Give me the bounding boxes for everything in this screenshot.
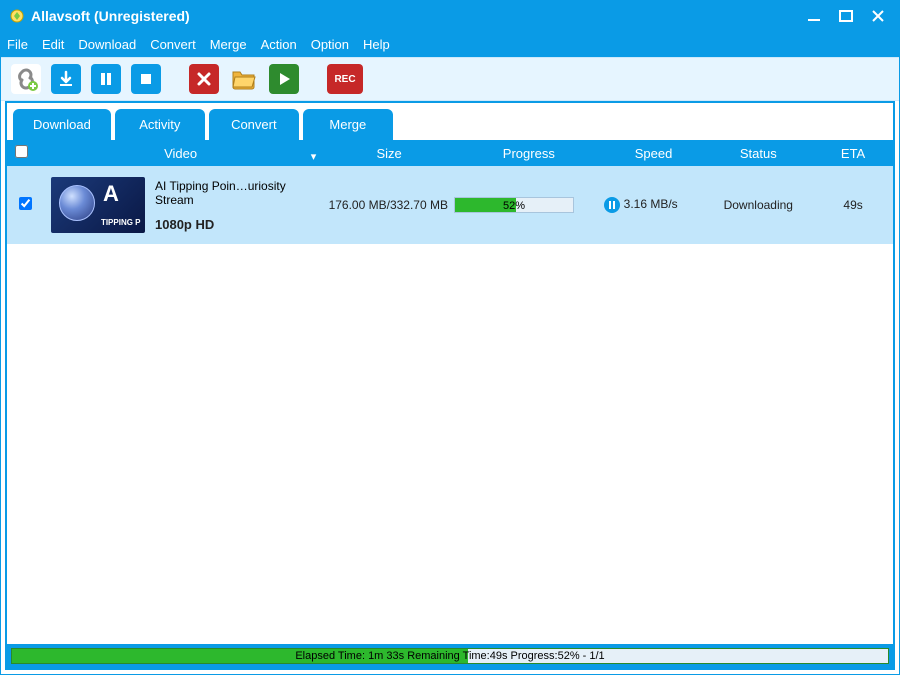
menu-action[interactable]: Action	[261, 37, 297, 52]
row-eta: 49s	[813, 198, 893, 212]
minimize-button[interactable]	[807, 9, 821, 23]
tab-convert[interactable]: Convert	[209, 109, 299, 140]
window-title: Allavsoft (Unregistered)	[31, 8, 807, 24]
tab-activity[interactable]: Activity	[115, 109, 205, 140]
stop-button[interactable]	[131, 64, 161, 94]
row-speed: 3.16 MB/s	[624, 197, 678, 211]
column-status[interactable]: Status	[703, 146, 813, 161]
elapsed-bar: Elapsed Time: 1m 33s Remaining Time:49s …	[11, 648, 889, 664]
close-button[interactable]	[871, 9, 885, 23]
select-all-checkbox[interactable]	[15, 145, 28, 158]
progress-percent: 52%	[455, 198, 573, 214]
table-row[interactable]: A AI Tipping Poin…uriosity Stream 1080p …	[7, 166, 893, 244]
play-button[interactable]	[269, 64, 299, 94]
table-body: A AI Tipping Poin…uriosity Stream 1080p …	[7, 166, 893, 644]
download-button[interactable]	[51, 64, 81, 94]
column-eta[interactable]: ETA	[813, 146, 893, 161]
sort-arrow-icon: ▾	[311, 150, 317, 163]
column-speed[interactable]: Speed	[604, 146, 704, 161]
menu-edit[interactable]: Edit	[42, 37, 64, 52]
elapsed-text: Elapsed Time: 1m 33s Remaining Time:49s …	[12, 649, 888, 663]
row-checkbox-cell	[7, 197, 37, 213]
column-video-label: Video	[164, 146, 197, 161]
menu-help[interactable]: Help	[363, 37, 390, 52]
column-size[interactable]: Size	[324, 146, 454, 161]
column-checkbox[interactable]	[7, 145, 37, 161]
app-window: Allavsoft (Unregistered) File Edit Downl…	[0, 0, 900, 675]
paste-url-button[interactable]	[11, 64, 41, 94]
tab-row: Download Activity Convert Merge	[7, 103, 893, 140]
column-progress[interactable]: Progress	[454, 146, 604, 161]
app-icon	[9, 8, 25, 24]
toolbar: REC	[1, 57, 899, 101]
table-header: Video ▾ Size Progress Speed Status ETA	[7, 140, 893, 166]
row-video-cell: A AI Tipping Poin…uriosity Stream 1080p …	[37, 177, 324, 233]
row-checkbox[interactable]	[19, 197, 32, 210]
row-speed-cell: 3.16 MB/s	[604, 197, 704, 213]
progress-bar: 52%	[454, 197, 574, 213]
menu-file[interactable]: File	[7, 37, 28, 52]
footer: Elapsed Time: 1m 33s Remaining Time:49s …	[7, 644, 893, 668]
row-size: 176.00 MB/332.70 MB	[324, 198, 454, 212]
menu-merge[interactable]: Merge	[210, 37, 247, 52]
menu-convert[interactable]: Convert	[150, 37, 196, 52]
video-resolution: 1080p HD	[155, 217, 324, 232]
row-progress-cell: 52%	[454, 197, 604, 213]
maximize-button[interactable]	[839, 9, 853, 23]
video-title: AI Tipping Poin…uriosity Stream	[155, 179, 324, 207]
tab-download[interactable]: Download	[13, 109, 111, 140]
row-status: Downloading	[703, 198, 813, 212]
window-controls	[807, 9, 891, 23]
video-thumbnail: A	[51, 177, 145, 233]
titlebar: Allavsoft (Unregistered)	[1, 1, 899, 31]
delete-button[interactable]	[189, 64, 219, 94]
open-folder-button[interactable]	[229, 64, 259, 94]
content-area: Download Activity Convert Merge Video ▾ S…	[5, 101, 895, 670]
pause-icon[interactable]	[604, 197, 620, 213]
column-video[interactable]: Video ▾	[37, 146, 324, 161]
record-button[interactable]: REC	[327, 64, 363, 94]
menu-download[interactable]: Download	[78, 37, 136, 52]
tab-merge[interactable]: Merge	[303, 109, 393, 140]
menubar: File Edit Download Convert Merge Action …	[1, 31, 899, 57]
pause-button[interactable]	[91, 64, 121, 94]
menu-option[interactable]: Option	[311, 37, 349, 52]
